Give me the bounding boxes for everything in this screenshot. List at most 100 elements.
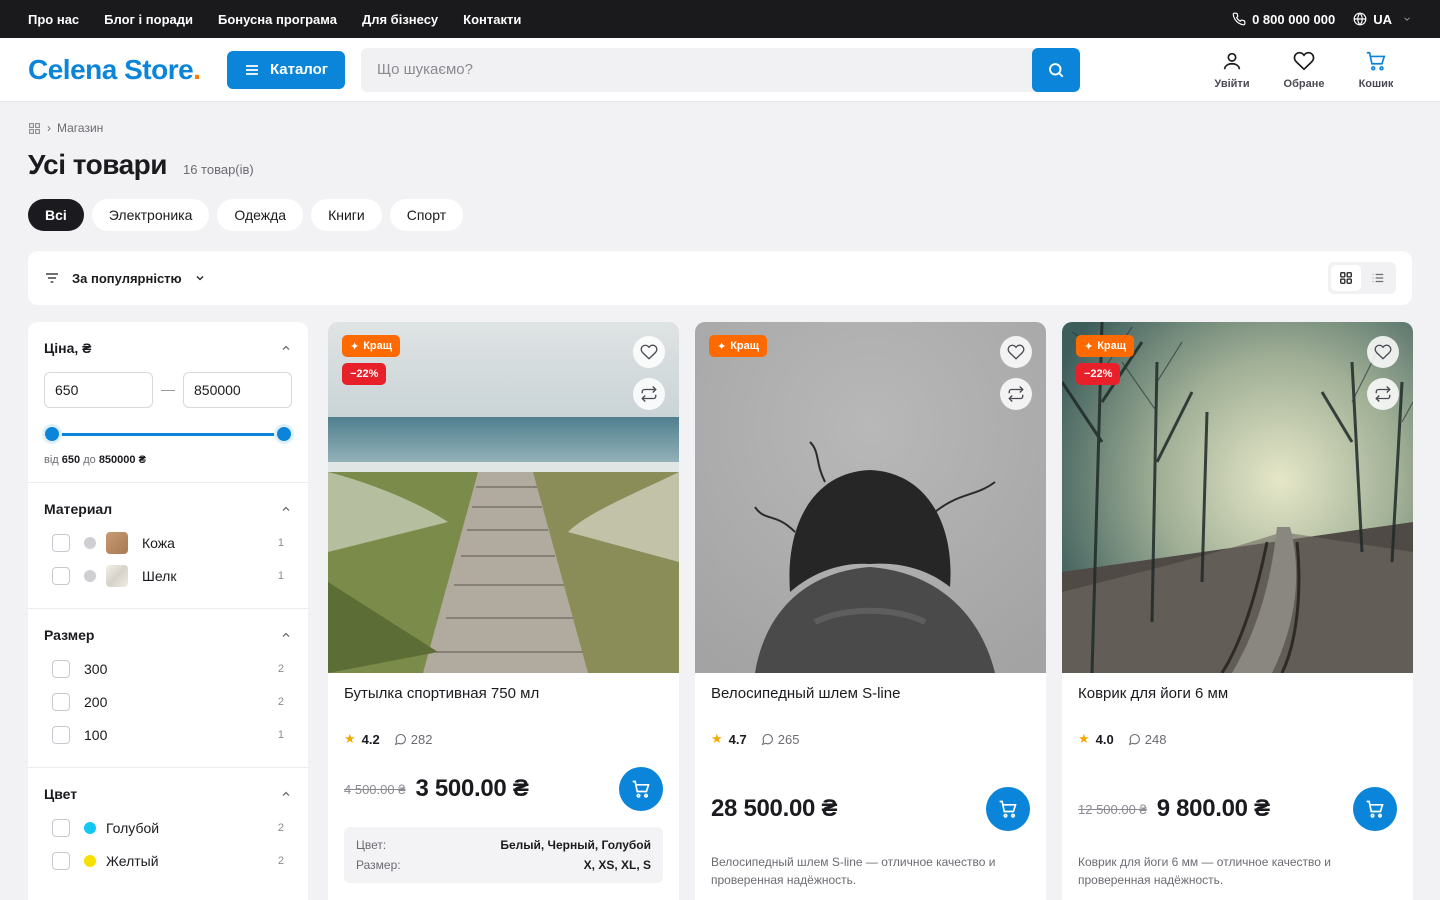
product-card[interactable]: ✦ Кращ −22% Бутылка спортивная 750 мл ★ … <box>328 322 679 900</box>
home-grid-icon[interactable] <box>28 122 41 135</box>
attr-value: X, XS, XL, S <box>583 858 651 872</box>
logo[interactable]: Celena Store. <box>28 54 227 86</box>
top-link-about[interactable]: Про нас <box>28 12 79 27</box>
price-slider-max-handle[interactable] <box>274 424 294 444</box>
chip-books[interactable]: Книги <box>311 199 382 231</box>
checkbox[interactable] <box>52 818 70 837</box>
product-card[interactable]: ✦ Кращ Велосипедный шлем S-line ★ 4.7 26… <box>695 322 1046 900</box>
grid-view-button[interactable] <box>1331 265 1361 291</box>
option-count: 2 <box>277 695 284 708</box>
review-count: 265 <box>777 731 800 747</box>
product-attributes: Цвет: Белый, Черный, Голубой Размер: X, XS… <box>344 827 663 883</box>
price-filter-title: Ціна, ₴ <box>44 340 92 356</box>
filters-sidebar: Ціна, ₴ від 650 до 850000 ₴ <box>28 322 308 900</box>
globe-icon <box>1353 12 1367 26</box>
rating-value: 4.0 <box>1095 731 1114 747</box>
logo-dot: . <box>193 53 201 85</box>
login-button[interactable]: Увійти <box>1196 50 1268 90</box>
price-slider-min-handle[interactable] <box>42 424 62 444</box>
material-option-silk[interactable]: Шелк 1 <box>44 559 292 592</box>
menu-icon <box>245 64 258 75</box>
chip-sport[interactable]: Спорт <box>389 199 464 231</box>
favorites-label: Обране <box>1283 77 1325 90</box>
top-link-bonus[interactable]: Бонусна програма <box>218 12 337 27</box>
product-image[interactable]: ✦ Кращ −22% <box>328 322 679 673</box>
top-link-blog[interactable]: Блог і поради <box>104 12 193 27</box>
list-view-button[interactable] <box>1363 265 1393 291</box>
checkbox[interactable] <box>52 725 70 744</box>
checkbox[interactable] <box>52 533 70 552</box>
price: 3 500.00 ₴ <box>415 775 529 802</box>
product-card[interactable]: ✦ Кращ −22% Коврик для йоги 6 мм ★ 4.0 2… <box>1062 322 1413 900</box>
price-dash <box>161 389 175 391</box>
heart-icon <box>640 344 658 360</box>
top-bar: Про нас Блог і поради Бонусна програма Д… <box>0 0 1440 38</box>
add-to-cart-button[interactable] <box>619 767 663 811</box>
color-filter-header[interactable]: Цвет <box>44 786 292 802</box>
price-filter-header[interactable]: Ціна, ₴ <box>44 340 292 356</box>
option-label: Кожа <box>142 534 175 551</box>
size-filter-header[interactable]: Размер <box>44 627 292 643</box>
price-slider[interactable] <box>42 424 294 444</box>
language-label: UA <box>1373 11 1392 27</box>
phone-icon <box>1232 12 1246 26</box>
search-bar <box>361 47 1080 92</box>
product-name[interactable]: Велосипедный шлем S-line <box>711 685 1030 725</box>
add-to-cart-button[interactable] <box>986 787 1030 831</box>
compare-button[interactable] <box>1367 378 1399 410</box>
option-count: 2 <box>277 821 284 834</box>
favorite-button[interactable] <box>633 336 665 368</box>
color-option-yellow[interactable]: Желтый 2 <box>44 844 292 877</box>
search-input[interactable] <box>361 61 1032 78</box>
language-selector[interactable]: UA <box>1353 12 1412 27</box>
checkbox[interactable] <box>52 566 70 585</box>
size-option-200[interactable]: 200 2 <box>44 685 292 718</box>
size-option-300[interactable]: 300 2 <box>44 652 292 685</box>
comment-icon <box>761 733 773 745</box>
product-image[interactable]: ✦ Кращ −22% <box>1062 322 1413 673</box>
compare-button[interactable] <box>633 378 665 410</box>
material-filter-header[interactable]: Материал <box>44 501 292 517</box>
color-option-blue[interactable]: Голубой 2 <box>44 811 292 844</box>
checkbox[interactable] <box>52 851 70 870</box>
price-max-input[interactable] <box>183 372 292 408</box>
grayscale-portrait-photo <box>695 322 1046 673</box>
option-count: 1 <box>277 536 284 549</box>
cart-icon <box>632 780 650 798</box>
product-name[interactable]: Бутылка спортивная 750 мл <box>344 685 663 725</box>
material-option-leather[interactable]: Кожа 1 <box>44 526 292 559</box>
size-filter-title: Размер <box>44 627 95 643</box>
favorite-button[interactable] <box>1367 336 1399 368</box>
star-icon: ★ <box>1078 731 1090 746</box>
sort-bar: За популярністю <box>28 251 1412 305</box>
add-to-cart-button[interactable] <box>1353 787 1397 831</box>
top-link-business[interactable]: Для бізнесу <box>362 12 438 27</box>
product-image[interactable]: ✦ Кращ <box>695 322 1046 673</box>
top-link-contacts[interactable]: Контакти <box>463 12 521 27</box>
option-label: 300 <box>84 660 108 677</box>
star-icon: ★ <box>711 731 723 746</box>
option-label: Желтый <box>106 852 159 869</box>
option-label: Голубой <box>106 819 160 836</box>
chip-all[interactable]: Всі <box>28 199 84 231</box>
favorite-button[interactable] <box>1000 336 1032 368</box>
price-min-input[interactable] <box>44 372 153 408</box>
phone-link[interactable]: 0 800 000 000 <box>1232 12 1335 27</box>
option-count: 1 <box>277 728 284 741</box>
size-option-100[interactable]: 100 1 <box>44 718 292 751</box>
chip-electronics[interactable]: Электроника <box>91 199 210 231</box>
comment-icon <box>1128 733 1140 745</box>
search-button[interactable] <box>1032 47 1080 92</box>
reviews: 282 <box>394 732 432 747</box>
checkbox[interactable] <box>52 692 70 711</box>
favorites-button[interactable]: Обране <box>1268 50 1340 90</box>
sort-dropdown[interactable]: За популярністю <box>44 270 206 286</box>
product-name[interactable]: Коврик для йоги 6 мм <box>1078 685 1397 725</box>
checkbox[interactable] <box>52 659 70 678</box>
product-rating: ★ 4.7 265 <box>711 731 1030 747</box>
chip-clothing[interactable]: Одежда <box>217 199 304 231</box>
compare-button[interactable] <box>1000 378 1032 410</box>
old-price: 4 500.00 ₴ <box>344 781 406 797</box>
catalog-button[interactable]: Каталог <box>227 50 345 89</box>
cart-button[interactable]: Кошик <box>1340 50 1412 90</box>
